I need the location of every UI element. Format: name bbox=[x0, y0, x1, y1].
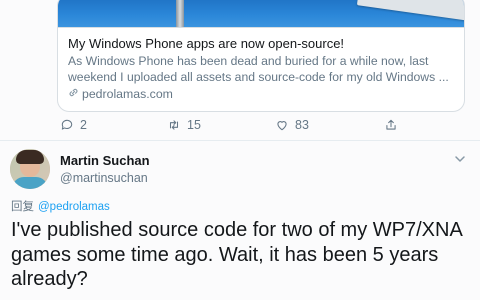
avatar[interactable] bbox=[10, 149, 50, 189]
retweet-count: 15 bbox=[187, 118, 201, 132]
retweet-button[interactable]: 15 bbox=[167, 118, 201, 132]
like-button[interactable]: 83 bbox=[275, 118, 309, 132]
card-thumbnail-image bbox=[58, 0, 464, 27]
card-description-line: weekend I uploaded all assets and source… bbox=[68, 70, 449, 84]
card-description: As Windows Phone has been dead and burie… bbox=[68, 53, 458, 85]
tweet-text-line: I've published source code for two of my… bbox=[11, 219, 463, 241]
link-preview-card[interactable]: My Windows Phone apps are now open-sourc… bbox=[57, 0, 465, 112]
retweet-icon bbox=[169, 120, 179, 130]
card-description-line: As Windows Phone has been dead and burie… bbox=[68, 54, 429, 68]
reply-mention-link[interactable]: @pedrolamas bbox=[38, 201, 110, 213]
like-count: 83 bbox=[295, 118, 309, 132]
card-title: My Windows Phone apps are now open-sourc… bbox=[68, 36, 345, 51]
share-icon bbox=[386, 119, 396, 130]
reply-icon bbox=[61, 119, 73, 130]
heart-icon bbox=[277, 121, 287, 131]
reply-prefix: 回复 bbox=[11, 201, 34, 213]
chevron-down-icon[interactable] bbox=[454, 153, 466, 165]
replying-to: 回复 @pedrolamas bbox=[11, 198, 110, 214]
author-handle[interactable]: @martinsuchan bbox=[60, 171, 148, 185]
tweet-divider bbox=[0, 140, 480, 141]
tweet-text-line: games some time ago. Wait, it has been 5… bbox=[11, 243, 439, 266]
tweet-text: I've published source code for two of my… bbox=[11, 218, 473, 292]
link-icon bbox=[68, 87, 79, 101]
tweet-action-bar: 2 15 83 bbox=[0, 118, 480, 136]
reply-button[interactable]: 2 bbox=[60, 118, 87, 132]
card-domain[interactable]: pedrolamas.com bbox=[68, 87, 173, 101]
author-name[interactable]: Martin Suchan bbox=[60, 153, 150, 168]
reply-count: 2 bbox=[80, 118, 87, 132]
card-body: My Windows Phone apps are now open-sourc… bbox=[58, 27, 464, 111]
card-domain-text: pedrolamas.com bbox=[82, 87, 173, 101]
share-button[interactable] bbox=[384, 118, 398, 132]
tweet-text-line: already? bbox=[11, 268, 88, 290]
